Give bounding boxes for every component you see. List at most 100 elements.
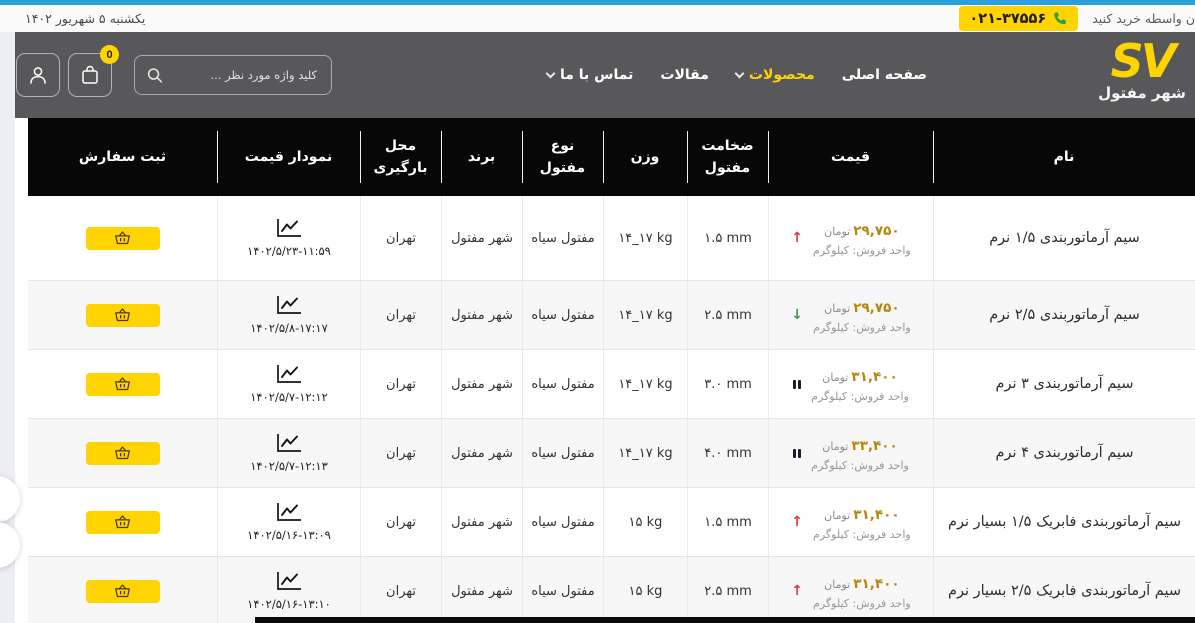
location-cell: تهران [360, 196, 441, 280]
user-account-button[interactable] [16, 53, 60, 97]
location-cell: تهران [360, 281, 441, 349]
order-cell [28, 557, 217, 623]
price-value: ۳۱,۴۰۰ [853, 506, 900, 523]
shopping-bag-icon [78, 63, 102, 87]
sale-unit-label: واحد فروش: کیلوگرم [813, 527, 911, 541]
wire-type-cell: مفتول سیاه [522, 281, 603, 349]
price-chart-cell: ۱۴۰۲/۵/۷-۱۲:۱۲ [217, 350, 360, 418]
order-cell [28, 488, 217, 556]
weight-cell: ۱۵ kg [603, 488, 687, 556]
column-header: نمودار قیمت [217, 118, 360, 196]
column-header: ثبت سفارش [78, 148, 167, 165]
location-cell: تهران [360, 488, 441, 556]
nav-item-link[interactable]: صفحه اصلی [842, 67, 927, 83]
price-line: ۲۹,۷۵۰تومان [813, 297, 911, 316]
table-row: سیم آرماتوربندی ۱/۵ نرم ۲۹,۷۵۰تومان واحد ف… [28, 196, 1195, 281]
line-chart-icon[interactable] [275, 433, 303, 454]
price-line: ۲۹,۷۵۰تومان [813, 220, 911, 239]
chart-last-update: ۱۴۰۲/۵/۸-۱۷:۱۷ [250, 321, 328, 335]
floating-widget-button[interactable] [0, 522, 20, 568]
price-block: ۲۹,۷۵۰تومان واحد فروش: کیلوگرم [813, 297, 911, 334]
table-row: سیم آرماتوربندی ۳ نرم ۳۱,۴۰۰تومان واحد فرو… [28, 350, 1195, 419]
brand-cell: شهر مفتول [441, 196, 522, 280]
location-cell: تهران [360, 557, 441, 623]
nav-item-link[interactable]: مقالات [660, 67, 709, 83]
brand-cell: شهر مفتول [441, 557, 522, 623]
trend-up-icon: ↑ [791, 583, 804, 599]
footer-top-edge [255, 617, 1195, 623]
sale-unit-label: واحد فروش: کیلوگرم [813, 320, 911, 334]
weight-cell: ۱۴_۱۷ kg [603, 196, 687, 280]
user-icon [26, 63, 50, 87]
line-chart-icon[interactable] [275, 364, 303, 385]
table-row: سیم آرماتوربندی فابریک ۲/۵ بسیار نرم ۳۱,۴… [28, 557, 1195, 623]
cart-count-badge: 0 [100, 45, 119, 64]
trend-up-icon: ↑ [791, 514, 804, 530]
order-cell [28, 350, 217, 418]
price-cell: ۳۱,۴۰۰تومان واحد فروش: کیلوگرم ↑ [768, 557, 933, 623]
column-header: قیمت [768, 118, 933, 196]
logo-brand-text: شهر مفتول [1098, 84, 1186, 102]
price-block: ۳۳,۴۰۰تومان واحد فروش: کیلوگرم [811, 435, 909, 472]
basket-icon [114, 584, 131, 598]
brand-cell: شهر مفتول [441, 488, 522, 556]
topbar: ن واسطه خرید کنید ۰۲۱-۳۷۵۵۶ یکشنبه ۵ شهر… [0, 5, 1195, 32]
price-cell: ۳۱,۴۰۰تومان واحد فروش: کیلوگرم ↑ [768, 488, 933, 556]
order-cell [28, 281, 217, 349]
order-button[interactable] [85, 510, 160, 534]
cart-button[interactable]: 0 [68, 45, 119, 97]
order-button[interactable] [85, 226, 160, 250]
line-chart-icon[interactable] [275, 218, 303, 239]
product-name-cell: سیم آرماتوربندی ۴ نرم [933, 419, 1195, 487]
product-name-cell: سیم آرماتوربندی فابریک ۲/۵ بسیار نرم [933, 557, 1195, 623]
order-button[interactable] [85, 372, 160, 396]
sale-unit-label: واحد فروش: کیلوگرم [813, 243, 911, 257]
order-button[interactable] [85, 303, 160, 327]
line-chart-icon[interactable] [275, 295, 303, 316]
nav-item-label: صفحه اصلی [841, 67, 927, 83]
price-chart-cell: ۱۴۰۲/۵/۸-۱۷:۱۷ [217, 281, 360, 349]
price-block: ۳۱,۴۰۰تومان واحد فروش: کیلوگرم [813, 504, 911, 541]
price-value: ۲۹,۷۵۰ [853, 222, 900, 239]
basket-icon [114, 446, 131, 460]
line-chart-icon[interactable] [275, 502, 303, 523]
product-name-cell: سیم آرماتوربندی ۲/۵ نرم [933, 281, 1195, 349]
table-row: سیم آرماتوربندی ۲/۵ نرم ۲۹,۷۵۰تومان واحد ف… [28, 281, 1195, 350]
sale-unit-label: واحد فروش: کیلوگرم [811, 389, 909, 403]
table-row: سیم آرماتوربندی فابریک ۱/۵ بسیار نرم ۳۱,۴… [28, 488, 1195, 557]
search-input[interactable] [135, 56, 331, 94]
price-chart-cell: ۱۴۰۲/۵/۱۶-۱۳:۰۹ [217, 488, 360, 556]
currency-label: تومان [824, 301, 851, 315]
price-value: ۲۹,۷۵۰ [853, 299, 900, 316]
wire-type-cell: مفتول سیاه [522, 557, 603, 623]
price-chart-cell: ۱۴۰۲/۵/۱۶-۱۳:۱۰ [217, 557, 360, 623]
main-nav: صفحه اصلی محصولات مقالات تماس با ما [545, 67, 927, 83]
price-block: ۳۱,۴۰۰تومان واحد فروش: کیلوگرم [811, 366, 909, 403]
currency-label: تومان [824, 508, 851, 522]
price-block: ۳۱,۴۰۰تومان واحد فروش: کیلوگرم [813, 573, 911, 610]
table-body: سیم آرماتوربندی ۱/۵ نرم ۲۹,۷۵۰تومان واحد ف… [28, 196, 1195, 623]
price-cell: ۲۹,۷۵۰تومان واحد فروش: کیلوگرم ↓ [768, 281, 933, 349]
order-button[interactable] [85, 441, 160, 465]
nav-item-link[interactable]: تماس با ما [545, 67, 633, 83]
price-line: ۳۳,۴۰۰تومان [811, 435, 909, 454]
chart-last-update: ۱۴۰۲/۵/۱۶-۱۳:۰۹ [247, 528, 331, 542]
brand-cell: شهر مفتول [441, 281, 522, 349]
phone-badge[interactable]: ۰۲۱-۳۷۵۵۶ [959, 6, 1079, 31]
nav-item-label: محصولات [748, 67, 815, 83]
column-header: برند [441, 118, 522, 196]
column-header: محل بارگیری [360, 118, 441, 196]
logo[interactable]: SV شهر مفتول [1067, 38, 1195, 102]
weight-cell: ۱۴_۱۷ kg [603, 350, 687, 418]
line-chart-icon[interactable] [275, 571, 303, 592]
floating-widget-button[interactable] [0, 476, 20, 522]
product-name-cell: سیم آرماتوربندی ۱/۵ نرم [933, 196, 1195, 280]
nav-item-active[interactable]: محصولات [734, 67, 815, 83]
price-chart-cell: ۱۴۰۲/۵/۲۳-۱۱:۵۹ [217, 196, 360, 280]
price-chart-cell: ۱۴۰۲/۵/۷-۱۲:۱۳ [217, 419, 360, 487]
currency-label: تومان [824, 577, 851, 591]
order-button[interactable] [85, 579, 160, 603]
basket-icon [114, 308, 131, 322]
thickness-cell: ۱.۵ mm [687, 196, 768, 280]
column-header: ضخامت مفتول [687, 118, 768, 196]
